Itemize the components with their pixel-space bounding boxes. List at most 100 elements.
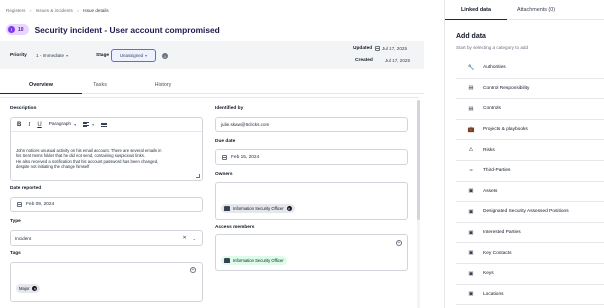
- date-reported-value: Feb 09, 2024: [26, 202, 55, 207]
- owners-label: Owners: [215, 172, 233, 177]
- group-icon: [224, 206, 230, 211]
- category-third-parties[interactable]: ≈ Third-Parties: [456, 161, 604, 182]
- access-members-label: Access members: [215, 225, 255, 230]
- updated-value: Jul 17, 2025: [375, 46, 407, 51]
- remove-owner-icon[interactable]: ✕: [286, 206, 292, 211]
- asset-icon: ▣: [468, 229, 474, 236]
- owners-field[interactable]: [215, 182, 408, 220]
- chevron-down-icon: ▾: [74, 122, 77, 127]
- category-interested-parties[interactable]: ▣ Interested Parties: [456, 223, 604, 244]
- breadcrumb-issues[interactable]: Issues & incidents: [36, 8, 73, 13]
- asset-icon: ▣: [468, 270, 474, 277]
- stage-value: Unassigned: [119, 53, 144, 58]
- document-icon: ▤: [468, 105, 474, 112]
- chevron-right-icon: >: [76, 7, 80, 13]
- title-row: ! 10 Security incident - User account co…: [6, 24, 220, 35]
- calendar-icon: [375, 46, 380, 51]
- priority-icon: !: [8, 26, 15, 33]
- updated-label: Updated: [353, 46, 373, 51]
- tab-attachments[interactable]: Attachments (0): [505, 0, 567, 20]
- updated-date: Jul 17, 2025: [382, 46, 408, 51]
- category-assets[interactable]: ▣ Assets: [456, 182, 604, 203]
- resize-handle-icon[interactable]: [196, 174, 200, 178]
- asset-icon: ▣: [468, 250, 474, 257]
- page-title: Security incident - User account comprom…: [34, 24, 220, 35]
- asset-icon: ▣: [468, 208, 474, 215]
- paragraph-format-select[interactable]: Paragraph ▾: [49, 122, 76, 127]
- remove-tag-icon[interactable]: ✕: [32, 286, 38, 291]
- chevron-down-icon[interactable]: ⌄: [193, 236, 196, 241]
- add-tag-icon[interactable]: +: [190, 267, 196, 273]
- category-controls[interactable]: ▤ Controls: [456, 99, 604, 120]
- stage-label: Stage: [96, 53, 110, 58]
- category-designated-positions[interactable]: ▣ Designated Security Assessed Positions: [456, 202, 604, 223]
- chevron-down-icon: ▾: [145, 53, 148, 58]
- identified-by-label: Identified by: [215, 106, 244, 111]
- users-icon: ≈: [469, 167, 473, 174]
- editor-toolbar: B I U Paragraph ▾ ▾: [11, 118, 202, 132]
- tab-overview[interactable]: Overview: [0, 76, 82, 94]
- description-text[interactable]: John notices unusual activity on his ema…: [16, 148, 200, 170]
- align-select[interactable]: ▾: [83, 121, 95, 128]
- briefcase-icon: 💼: [467, 126, 475, 133]
- access-members-field[interactable]: [215, 234, 408, 271]
- category-control-responsibility[interactable]: ▤ Control Responsibility: [456, 79, 604, 100]
- tag-chip: Major ✕: [16, 284, 41, 293]
- add-data-subtitle: Start by selecting a category to add: [456, 45, 529, 50]
- type-value: Incident: [15, 235, 32, 241]
- type-select-controls: ✕ ⌄: [182, 231, 196, 245]
- align-left-icon: [83, 121, 90, 128]
- created-value: Jul 17, 2025: [385, 58, 411, 63]
- type-select[interactable]: Incident ✕ ⌄: [10, 230, 203, 246]
- category-risks[interactable]: ⚠ Risks: [456, 140, 604, 161]
- chevron-down-icon: ▾: [66, 53, 69, 58]
- tab-linked-data[interactable]: Linked data: [445, 0, 507, 20]
- description-editor[interactable]: B I U Paragraph ▾ ▾ John notices unusual…: [10, 117, 203, 181]
- calendar-icon[interactable]: [222, 154, 227, 160]
- priority-label: Priority: [10, 53, 27, 58]
- clear-icon[interactable]: ✕: [182, 235, 186, 241]
- issue-number: 10: [18, 26, 24, 33]
- category-authorities[interactable]: 🔧 Authorities: [456, 58, 604, 79]
- asset-icon: ▣: [468, 291, 474, 298]
- date-reported-label: Date reported: [10, 186, 42, 191]
- panel-tabs: Linked data Attachments (0): [445, 0, 604, 20]
- list-button[interactable]: [101, 122, 108, 127]
- info-icon[interactable]: i: [162, 53, 168, 59]
- bold-button[interactable]: B: [17, 122, 21, 128]
- linked-data-panel: Linked data Attachments (0) Add data Sta…: [444, 0, 604, 308]
- issue-id-badge: ! 10: [6, 24, 29, 35]
- asset-icon: ▣: [468, 188, 474, 195]
- stage-select[interactable]: Unassigned ▾: [111, 49, 156, 62]
- category-key-contacts[interactable]: ▣ Key Contacts: [456, 243, 604, 264]
- access-member-label: Information Security Officer: [233, 258, 284, 263]
- due-date-field[interactable]: Feb 15, 2024: [215, 149, 408, 165]
- date-reported-field[interactable]: Feb 09, 2024: [10, 197, 203, 212]
- category-keys[interactable]: ▣ Keys: [456, 264, 604, 285]
- priority-select[interactable]: 1 - Immediate ▾: [36, 53, 68, 58]
- breadcrumb-registers[interactable]: Registers: [6, 8, 25, 13]
- category-list: 🔧 Authorities ▤ Control Responsibility ▤…: [456, 58, 604, 306]
- identified-by-field[interactable]: julie.skaw@6clicks.com: [215, 117, 408, 132]
- tab-history[interactable]: History: [144, 76, 182, 94]
- scrollbar-thumb[interactable]: [417, 100, 420, 220]
- tags-field[interactable]: [10, 262, 203, 302]
- add-member-icon[interactable]: +: [396, 240, 402, 246]
- calendar-icon[interactable]: [17, 202, 22, 207]
- owner-chip: Information Security Officer ✕: [221, 204, 295, 213]
- chevron-down-icon: ▾: [92, 121, 95, 127]
- owner-label: Information Security Officer: [233, 206, 284, 211]
- scrollbar[interactable]: [417, 100, 420, 308]
- category-locations[interactable]: ▣ Locations: [456, 285, 604, 306]
- document-icon: ▤: [468, 85, 474, 92]
- underline-button[interactable]: U: [37, 122, 41, 128]
- category-projects-playbooks[interactable]: 💼 Projects & playbooks: [456, 120, 604, 141]
- tab-tasks[interactable]: Tasks: [82, 76, 118, 94]
- created-label: Created: [355, 58, 373, 63]
- breadcrumb: Registers > Issues & incidents > Issue d…: [6, 6, 109, 14]
- numbered-list-icon: [101, 122, 108, 127]
- tag-label: Major: [19, 286, 30, 291]
- italic-button[interactable]: I: [28, 122, 30, 128]
- chevron-right-icon: >: [29, 7, 32, 13]
- due-date-label: Due date: [215, 139, 236, 144]
